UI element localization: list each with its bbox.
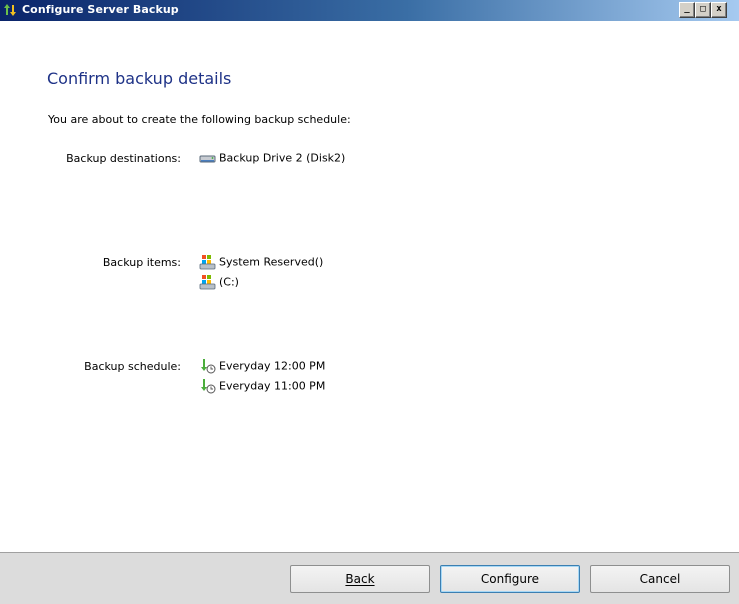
maximize-button[interactable]: □	[695, 2, 711, 18]
backup-item-text: (C:)	[219, 275, 239, 289]
schedule-item: Everyday 12:00 PM	[199, 358, 325, 374]
schedule-text: Everyday 11:00 PM	[219, 379, 326, 393]
minimize-button[interactable]: _	[679, 2, 695, 18]
schedule-icon	[201, 359, 216, 374]
volume-icon	[199, 255, 216, 270]
schedule-icon	[201, 379, 216, 394]
back-button[interactable]: Back	[290, 565, 430, 593]
volume-icon	[199, 275, 216, 290]
server-backup-icon	[4, 4, 16, 16]
drive-icon	[199, 155, 216, 163]
cancel-button[interactable]: Cancel	[590, 565, 730, 593]
schedule-text: Everyday 12:00 PM	[219, 359, 326, 373]
window-title: Configure Server Backup	[22, 3, 179, 16]
close-button[interactable]: x	[711, 2, 727, 18]
schedule-item: Everyday 11:00 PM	[199, 378, 325, 394]
backup-item: (C:)	[199, 274, 239, 290]
backup-schedule-label: Backup schedule:	[84, 360, 181, 373]
cancel-button-label: Cancel	[639, 572, 681, 586]
configure-button-label: Configure	[480, 572, 540, 586]
configure-button[interactable]: Configure	[440, 565, 580, 593]
backup-destinations-label: Backup destinations:	[66, 152, 181, 165]
intro-text: You are about to create the following ba…	[48, 113, 351, 126]
destination-text: Backup Drive 2 (Disk2)	[219, 151, 346, 165]
backup-items-label: Backup items:	[102, 256, 181, 269]
page-title: Confirm backup details	[47, 69, 232, 88]
title-bar[interactable]: Configure Server Backup _ □ x	[0, 0, 739, 21]
destination-item: Backup Drive 2 (Disk2)	[199, 150, 345, 166]
back-button-label: Back	[345, 572, 375, 586]
backup-item-text: System Reserved()	[219, 255, 324, 269]
backup-item: System Reserved()	[199, 254, 323, 270]
